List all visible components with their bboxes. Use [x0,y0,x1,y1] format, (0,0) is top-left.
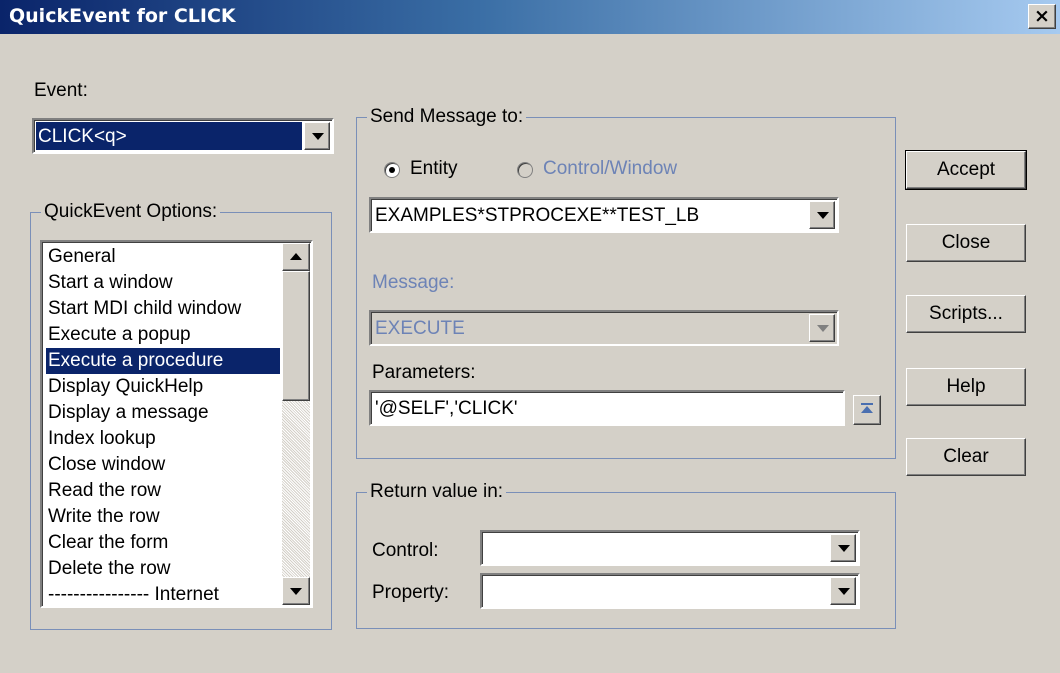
return-value-title: Return value in: [367,481,507,503]
title-bar: QuickEvent for CLICK × [0,0,1060,34]
expand-icon [861,406,873,413]
help-button[interactable]: Help [906,368,1026,406]
control-dropdown[interactable] [480,530,860,566]
message-dropdown-button[interactable] [809,314,835,342]
list-item[interactable]: Clear the form [46,530,280,556]
scroll-down-button[interactable] [282,577,310,605]
entity-dropdown[interactable]: EXAMPLES*STPROCEXE**TEST_LB [369,197,839,233]
accept-button[interactable]: Accept [905,150,1027,190]
list-item[interactable]: Execute a popup [46,322,280,348]
parameters-zoom-button[interactable] [853,395,881,425]
list-item[interactable]: Start a window [46,270,280,296]
list-item[interactable]: General [46,244,280,270]
property-dropdown-button[interactable] [830,577,856,605]
control-dropdown-button[interactable] [830,534,856,562]
close-button[interactable]: Close [906,224,1026,262]
scroll-thumb[interactable] [282,271,310,401]
message-dropdown[interactable]: EXECUTE [369,310,839,346]
arrow-down-icon [290,588,302,595]
options-scrollbar[interactable] [282,243,310,605]
event-label: Event: [34,80,88,101]
entity-radio[interactable] [384,162,400,178]
entity-value: EXAMPLES*STPROCEXE**TEST_LB [375,205,700,226]
parameters-value: '@SELF','CLICK' [375,398,518,419]
entity-dropdown-button[interactable] [809,201,835,229]
quickevent-options-list[interactable]: General Start a window Start MDI child w… [40,240,313,608]
chevron-down-icon [312,133,324,140]
message-value: EXECUTE [375,318,465,339]
chevron-down-icon [817,212,829,219]
list-item[interactable]: Close window [46,452,280,478]
chevron-down-icon [817,325,829,332]
scroll-up-button[interactable] [282,243,310,271]
chevron-down-icon [838,545,850,552]
control-label: Control: [372,540,439,561]
window-title: QuickEvent for CLICK [9,5,236,27]
entity-radio-label: Entity [410,158,458,179]
message-label: Message: [372,272,455,293]
parameters-field[interactable]: '@SELF','CLICK' [369,390,845,426]
parameters-label: Parameters: [372,362,476,383]
control-window-radio-label: Control/Window [543,158,678,179]
property-label: Property: [372,582,450,603]
arrow-up-icon [290,253,302,260]
list-item-selected[interactable]: Execute a procedure [46,348,280,374]
list-item[interactable]: Display a message [46,400,280,426]
list-item[interactable]: Read the row [46,478,280,504]
property-dropdown[interactable] [480,573,860,609]
event-dropdown-button[interactable] [304,122,330,150]
close-window-button[interactable]: × [1028,4,1056,29]
expand-icon-bar [861,403,873,405]
quickevent-options-title: QuickEvent Options: [41,201,221,223]
clear-button[interactable]: Clear [906,438,1026,476]
scripts-button[interactable]: Scripts... [906,295,1026,333]
list-item[interactable]: ---------------- Internet [46,582,280,606]
event-dropdown[interactable]: CLICK<q> [32,118,334,154]
list-item[interactable]: Write the row [46,504,280,530]
control-window-radio[interactable] [517,162,533,178]
chevron-down-icon [838,588,850,595]
list-item[interactable]: Display QuickHelp [46,374,280,400]
list-item[interactable]: Delete the row [46,556,280,582]
list-item[interactable]: Index lookup [46,426,280,452]
list-item[interactable]: Start MDI child window [46,296,280,322]
event-value: CLICK<q> [36,122,302,150]
send-message-title: Send Message to: [367,106,527,128]
